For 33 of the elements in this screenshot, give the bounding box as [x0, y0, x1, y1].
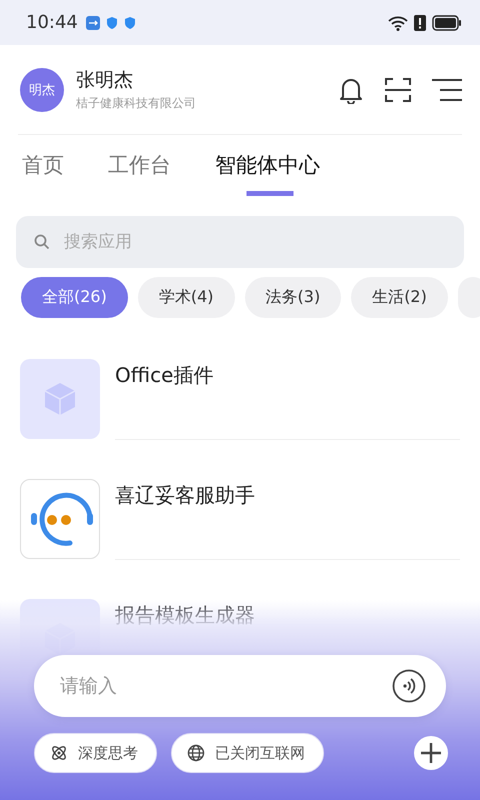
filter-chip[interactable]: 学术(4): [138, 277, 235, 318]
tab[interactable]: 智能体中心: [215, 151, 320, 196]
search-field[interactable]: 搜索应用: [62, 231, 446, 253]
plus-icon: [420, 742, 442, 764]
message-field[interactable]: 请输入: [58, 674, 392, 698]
headset-icon[interactable]: [20, 479, 100, 559]
search-bar[interactable]: 搜索应用: [16, 216, 464, 268]
voice-icon[interactable]: [392, 669, 426, 703]
shield-icon: [124, 16, 136, 30]
user-name: 张明杰: [76, 68, 134, 93]
menu-icon[interactable]: [432, 78, 462, 102]
search-icon: [34, 234, 50, 250]
filter-chip[interactable]: 法务(3): [244, 277, 342, 318]
tab[interactable]: 工作台: [108, 151, 171, 196]
scan-icon[interactable]: [384, 76, 412, 102]
battery-icon: [432, 14, 462, 30]
message-bar[interactable]: 请输入: [34, 655, 446, 717]
shield-icon: [106, 16, 118, 30]
app-name[interactable]: 喜辽妥客服助手: [115, 482, 255, 509]
tab[interactable]: 首页: [22, 151, 64, 196]
deep-think-button[interactable]: 深度思考: [34, 733, 157, 773]
filter-chip[interactable]: 全部(26): [21, 277, 128, 318]
wifi-icon: [388, 14, 408, 30]
company-name: 桔子健康科技有限公司: [76, 95, 197, 112]
app-name[interactable]: Office插件: [115, 362, 214, 389]
add-button[interactable]: [414, 736, 448, 770]
filter-chip[interactable]: 生活(2): [351, 277, 448, 318]
status-time: 10:44: [26, 12, 78, 33]
avatar[interactable]: 明杰: [20, 68, 64, 112]
alert-icon: [414, 14, 426, 30]
internet-button[interactable]: 已关闭互联网: [171, 733, 324, 773]
atom-icon: [50, 744, 68, 762]
globe-icon: [187, 744, 205, 762]
